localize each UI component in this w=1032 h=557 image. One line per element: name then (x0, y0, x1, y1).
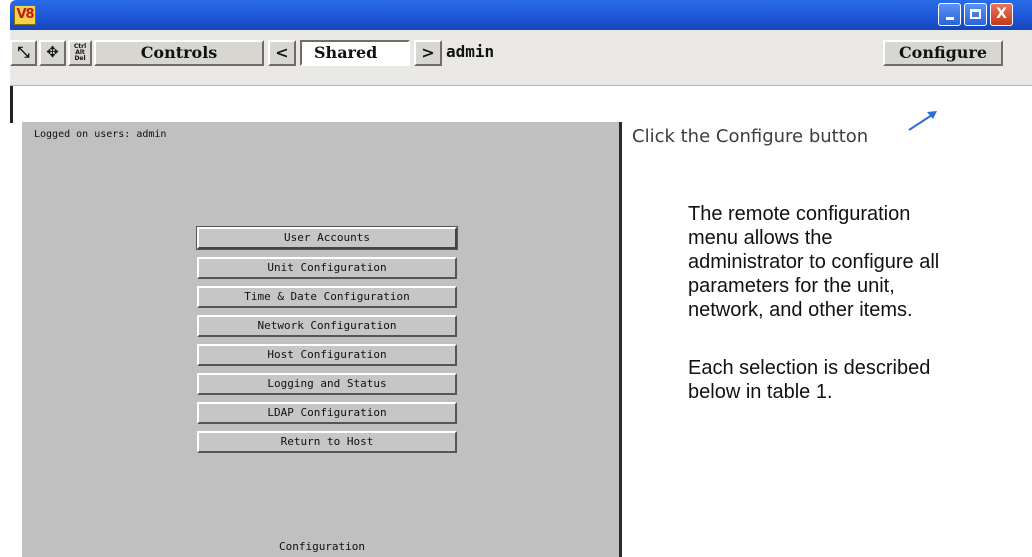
description-paragraph-2: Each selection is described below in tab… (688, 357, 931, 403)
logging-status-button[interactable]: Logging and Status (197, 373, 457, 395)
unit-configuration-button[interactable]: Unit Configuration (197, 257, 457, 279)
logged-on-users: Logged on users: admin (34, 129, 167, 140)
ctrl-alt-del-icon: Ctrl Alt Del (73, 43, 87, 62)
configure-button[interactable]: Configure (883, 40, 1003, 66)
fit-window-icon: ⤡ (17, 43, 30, 61)
remote-config-screen: Logged on users: admin User Accounts Uni… (22, 122, 622, 557)
time-date-configuration-button[interactable]: Time & Date Configuration (197, 286, 457, 308)
chevron-right-icon: > (421, 43, 435, 62)
network-configuration-button[interactable]: Network Configuration (197, 315, 457, 337)
close-button[interactable]: X (990, 3, 1013, 26)
configure-callout: Click the Configure button (632, 126, 868, 147)
previous-channel-button[interactable]: < (268, 40, 296, 66)
close-icon: X (996, 6, 1007, 22)
move-icon: ✥ (46, 43, 59, 61)
current-user-label: admin (446, 42, 495, 61)
minimize-button[interactable] (938, 3, 961, 26)
arrow-up-right-icon (908, 111, 937, 131)
minimize-icon (945, 17, 954, 20)
window-titlebar: V8 X (10, 0, 1032, 30)
host-configuration-button[interactable]: Host Configuration (197, 344, 457, 366)
screen-footer-title: Configuration (278, 540, 366, 553)
maximize-button[interactable] (964, 3, 987, 26)
shared-mode-field[interactable]: Shared (300, 40, 410, 66)
toolbar: ⤡ ✥ Ctrl Alt Del Controls < Shared > adm… (10, 30, 1032, 86)
description-paragraph-1: The remote configuration menu allows the… (688, 203, 940, 321)
viewer-frame-edge (10, 86, 22, 123)
maximize-icon (970, 9, 981, 19)
chevron-left-icon: < (275, 43, 289, 62)
return-to-host-button[interactable]: Return to Host (197, 431, 457, 453)
app-logo: V8 (14, 5, 36, 25)
move-button[interactable]: ✥ (39, 40, 66, 66)
callout-text: Click the Configure button (632, 126, 869, 147)
next-channel-button[interactable]: > (414, 40, 442, 66)
ctrl-alt-del-button[interactable]: Ctrl Alt Del (68, 40, 92, 66)
fit-window-button[interactable]: ⤡ (10, 40, 37, 66)
controls-button[interactable]: Controls (94, 40, 264, 66)
ldap-configuration-button[interactable]: LDAP Configuration (197, 402, 457, 424)
user-accounts-button[interactable]: User Accounts (196, 226, 458, 250)
